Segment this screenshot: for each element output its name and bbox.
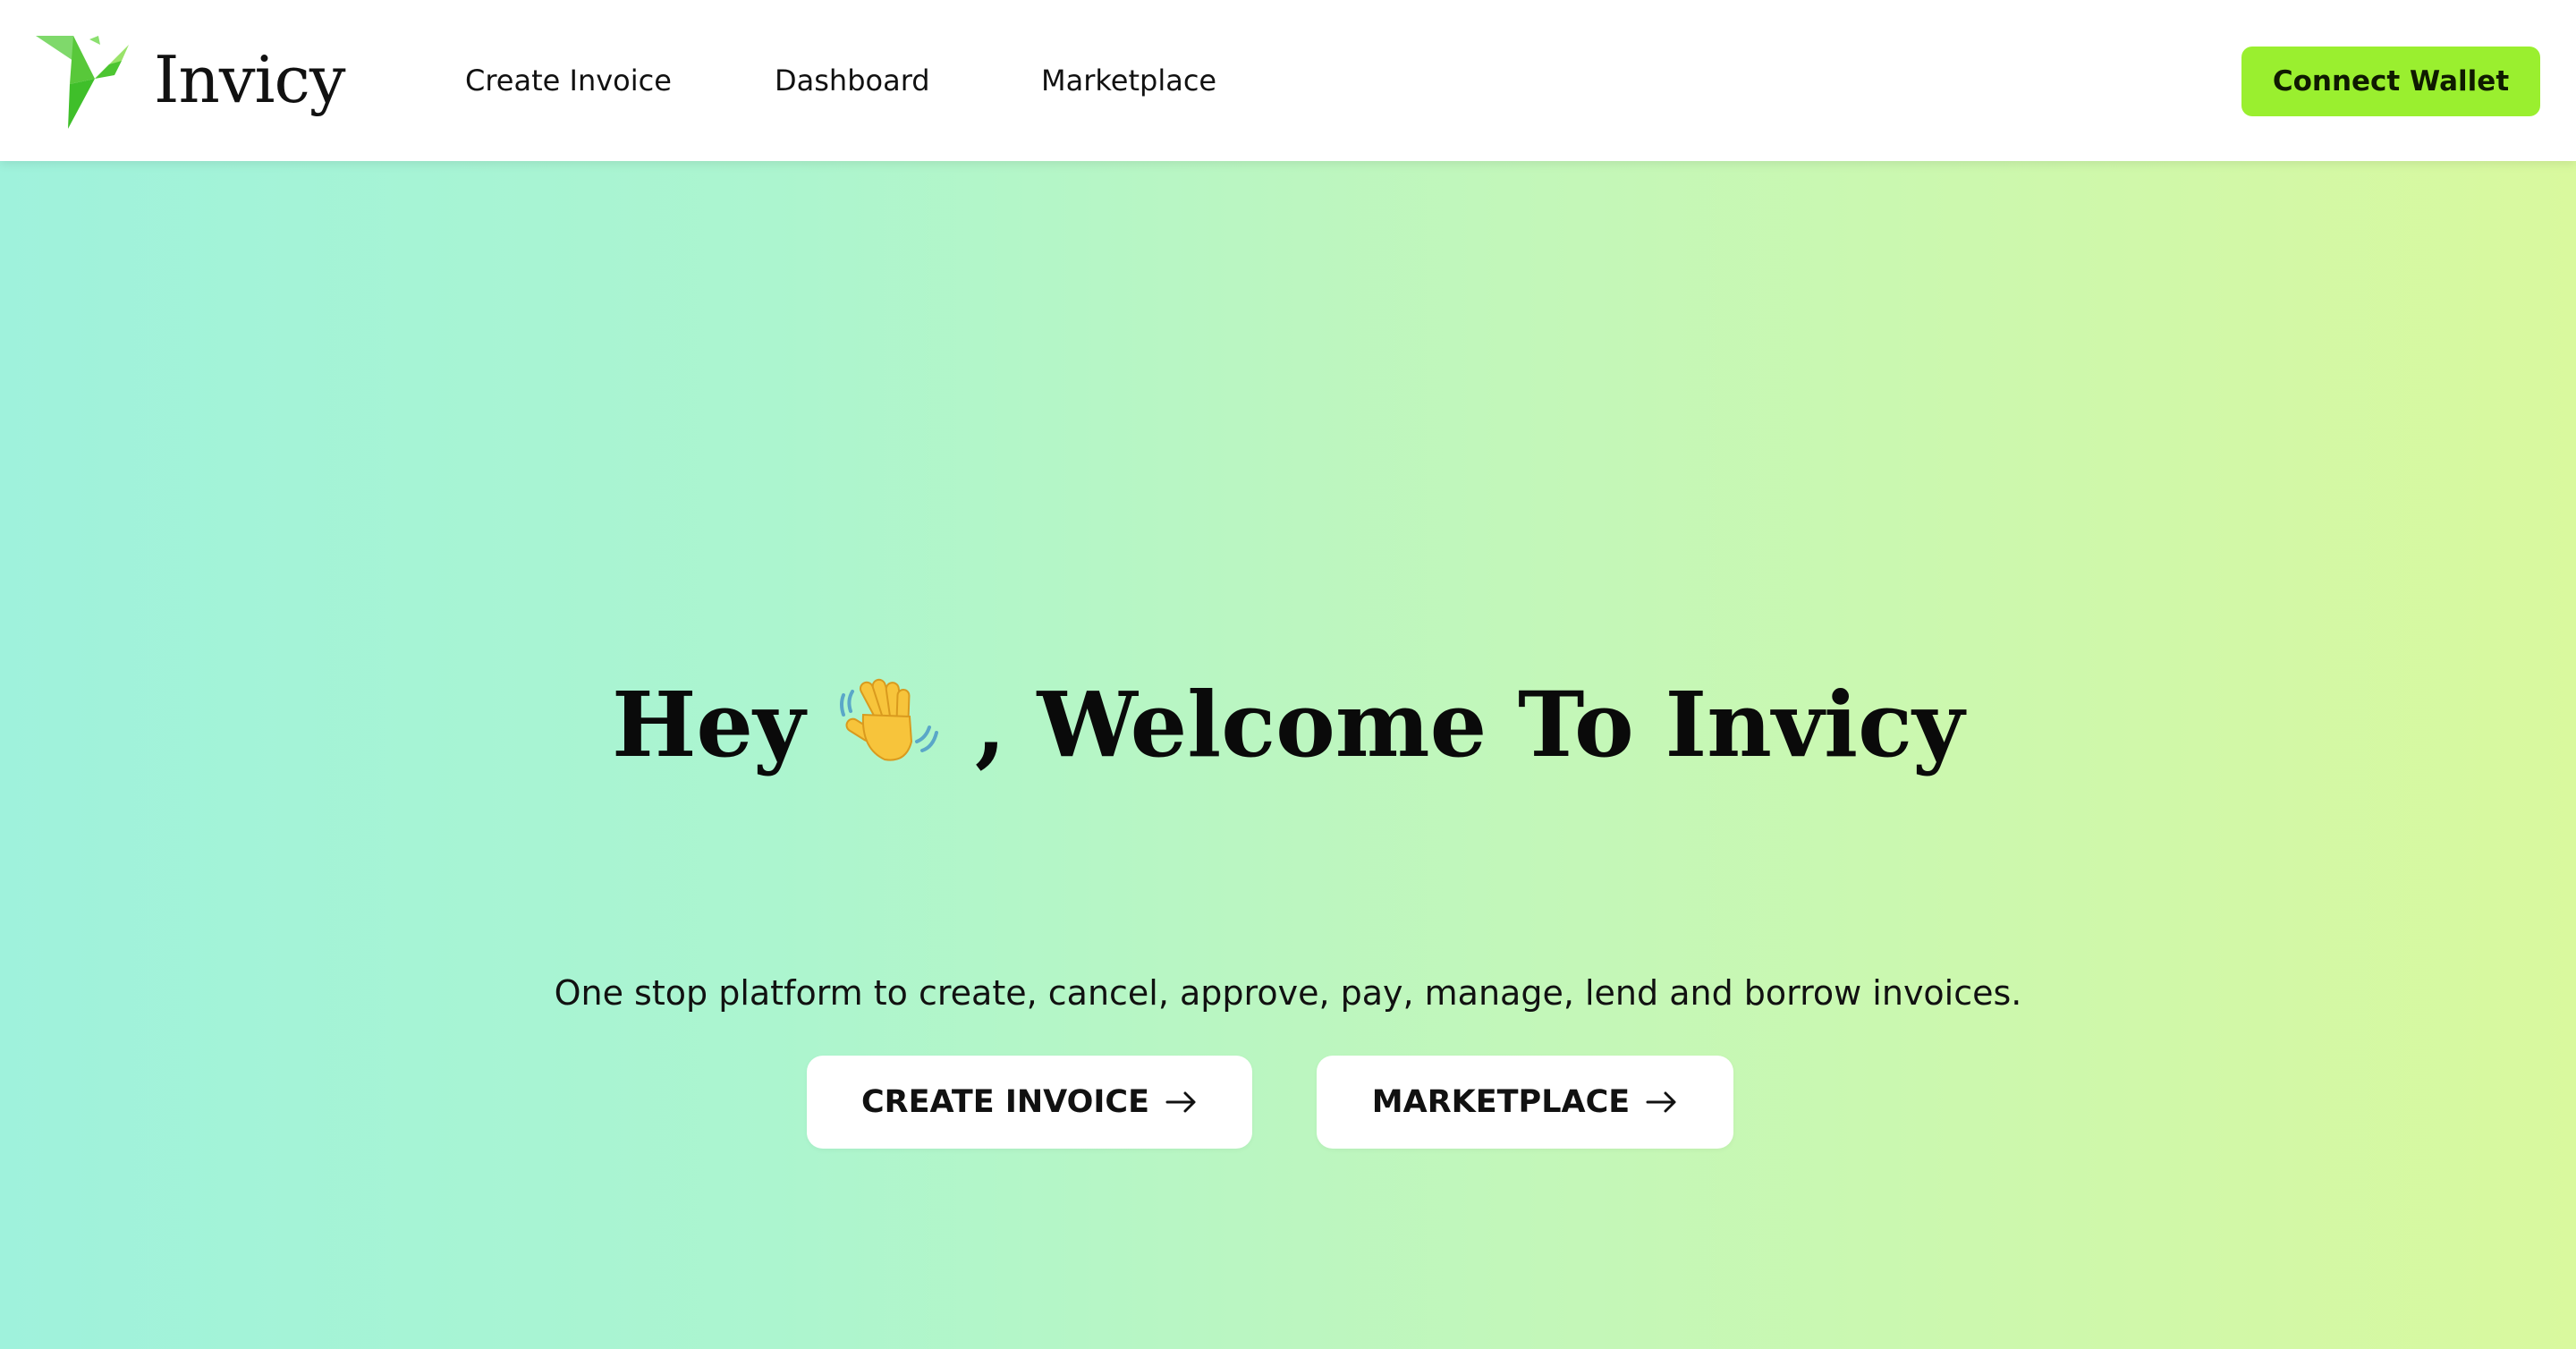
waving-hand-icon [839,678,938,761]
nav-dashboard[interactable]: Dashboard [775,61,930,100]
connect-wallet-button[interactable]: Connect Wallet [2241,47,2540,116]
create-invoice-button-label: CREATE INVOICE [860,1084,1150,1120]
arrow-right-icon [1646,1091,1676,1113]
brand-name[interactable]: Invicy [154,39,346,120]
hero-section: Hey , Welcome To Invicy One stop platfor… [0,161,2576,1349]
marketplace-button[interactable]: MARKETPLACE [1317,1056,1733,1149]
create-invoice-button[interactable]: CREATE INVOICE [807,1056,1252,1149]
hero-title-welcome: , Welcome To Invicy [974,672,1965,777]
nav-create-invoice[interactable]: Create Invoice [465,61,672,100]
hero-title: Hey , Welcome To Invicy [0,671,2576,778]
nav-marketplace[interactable]: Marketplace [1041,61,1216,100]
invicy-logo-icon[interactable] [36,34,129,129]
hero-subtitle: One stop platform to create, cancel, app… [554,973,2022,1013]
arrow-right-icon [1165,1091,1196,1113]
marketplace-button-label: MARKETPLACE [1371,1084,1631,1120]
top-navbar: Invicy Create Invoice Dashboard Marketpl… [0,0,2576,161]
hero-title-greeting: Hey [611,672,806,777]
